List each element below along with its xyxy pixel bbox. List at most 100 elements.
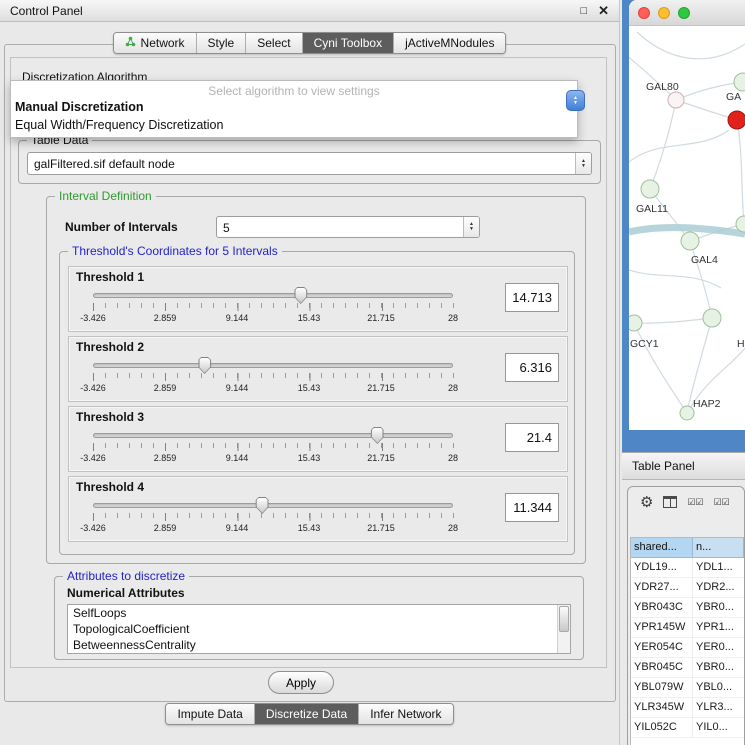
threshold-value-field[interactable]: 6.316 [505,353,559,382]
tab-cyni-toolbox[interactable]: Cyni Toolbox [303,33,394,53]
minimize-button[interactable] [658,7,670,19]
table-row[interactable]: YBR045C YBR0... [631,658,744,678]
panel-title: Control Panel [10,4,569,18]
network-window-titlebar [629,0,745,26]
slider-track[interactable] [93,433,453,438]
network-node[interactable] [734,73,745,91]
network-view-frame: GAL80 GA GAL11 GAL4 GCY1 H HAP2 [622,0,745,452]
threshold-value-field[interactable]: 11.344 [505,493,559,522]
threshold-panel: Threshold 1 -3.426 2.859 9.144 15.43 21.… [68,266,568,332]
table-row[interactable]: YIL052C YIL0... [631,718,744,738]
zoom-button[interactable] [678,7,690,19]
close-button[interactable] [638,7,650,19]
network-node-selected[interactable] [728,111,745,129]
threshold-label: Threshold 2 [76,340,144,354]
threshold-slider[interactable]: -3.426 2.859 9.144 15.43 21.715 28 [93,497,453,541]
close-icon[interactable]: ✕ [598,3,609,19]
tab-label: Discretize Data [266,707,347,721]
table-row[interactable]: YBR043C YBR0... [631,598,744,618]
list-item[interactable]: BetweennessCentrality [68,637,570,653]
tab-jactivemodules[interactable]: jActiveMNodules [394,33,505,53]
group-title: Interval Definition [55,189,156,203]
table-cell: YDR27... [631,578,693,598]
table-cell: YBR043C [631,598,693,618]
tab-label: Style [208,36,235,50]
table-panel-titlebar: Table Panel [622,452,745,480]
slider-ticks [93,303,454,311]
slider-thumb[interactable] [294,287,307,304]
tab-label: Select [257,36,290,50]
network-node[interactable] [703,309,721,327]
table-data-combobox[interactable]: galFiltered.sif default node ▲▼ [27,152,592,175]
apply-button[interactable]: Apply [268,671,334,694]
column-header-shared-name[interactable]: shared... [631,538,693,558]
table-panel-title: Table Panel [632,459,695,473]
combo-stepper-icon: ▲▼ [463,217,479,237]
threshold-slider[interactable]: -3.426 2.859 9.144 15.43 21.715 28 [93,357,453,401]
table-row[interactable]: YDL19... YDL1... [631,558,744,578]
number-of-intervals-combobox[interactable]: 5 ▲▼ [216,216,480,238]
control-panel-window: Control Panel □ ✕ Network Style Select C… [0,0,620,745]
threshold-slider[interactable]: -3.426 2.859 9.144 15.43 21.715 28 [93,427,453,471]
select-columns-icon[interactable]: ☑☑ [687,497,703,508]
slider-track[interactable] [93,503,453,508]
scrollbar-thumb[interactable] [559,606,569,632]
network-node[interactable] [680,406,694,420]
combo-value: galFiltered.sif default node [28,153,575,174]
threshold-panel: Threshold 2 -3.426 2.859 9.144 15.43 21.… [68,336,568,402]
threshold-slider[interactable]: -3.426 2.859 9.144 15.43 21.715 28 [93,287,453,331]
slider-ticks [93,513,454,521]
network-canvas[interactable]: GAL80 GA GAL11 GAL4 GCY1 H HAP2 [629,26,745,430]
float-window-icon[interactable]: □ [580,5,587,17]
list-item[interactable]: SelfLoops [68,605,570,621]
tab-discretize-data[interactable]: Discretize Data [255,704,359,724]
table-row[interactable]: YDR27... YDR2... [631,578,744,598]
tab-style[interactable]: Style [197,33,247,53]
tab-impute-data[interactable]: Impute Data [166,704,254,724]
combo-scroll-capsule[interactable]: ▲ ▼ [566,90,585,111]
node-label: GAL80 [646,81,679,93]
slider-track[interactable] [93,293,453,298]
table-cell: YIL0... [693,718,744,738]
table-cell: YDL19... [631,558,693,578]
table-row[interactable]: YPR145W YPR1... [631,618,744,638]
algorithm-dropdown-popup: Select algorithm to view settings Manual… [10,80,578,138]
list-item[interactable]: TopologicalCoefficient [68,621,570,637]
slider-thumb[interactable] [198,357,211,374]
table-header-row: shared... n... [631,538,744,558]
tab-select[interactable]: Select [246,33,302,53]
screen: Control Panel □ ✕ Network Style Select C… [0,0,745,745]
network-node[interactable] [641,180,659,198]
menu-item-manual-discretization[interactable]: Manual Discretization [11,98,577,116]
table-row[interactable]: YLR345W YLR3... [631,698,744,718]
threshold-value-field[interactable]: 14.713 [505,283,559,312]
slider-tick-labels: -3.426 2.859 9.144 15.43 21.715 28 [93,523,453,534]
slider-thumb[interactable] [256,497,269,514]
network-node[interactable] [681,232,699,250]
network-node[interactable] [668,92,684,108]
table-cell: YBR0... [693,598,744,618]
table-row[interactable]: YER054C YER0... [631,638,744,658]
slider-track[interactable] [93,363,453,368]
slider-tick-labels: -3.426 2.859 9.144 15.43 21.715 28 [93,383,453,394]
slider-thumb[interactable] [371,427,384,444]
network-node[interactable] [629,315,642,331]
columns-icon[interactable] [663,496,677,508]
tab-network[interactable]: Network [114,33,197,53]
top-tab-bar: Network Style Select Cyni Toolbox jActiv… [0,32,619,54]
table-row[interactable]: YBL079W YBL0... [631,678,744,698]
select-rows-icon[interactable]: ☑☑ [714,497,730,508]
gear-icon[interactable]: ⚙ [640,493,653,511]
threshold-label: Threshold 1 [76,270,144,284]
table-cell: YDL1... [693,558,744,578]
slider-tick-labels: -3.426 2.859 9.144 15.43 21.715 28 [93,313,453,324]
menu-item-equal-width-frequency[interactable]: Equal Width/Frequency Discretization [11,116,577,134]
column-header-name[interactable]: n... [693,538,744,558]
tab-infer-network[interactable]: Infer Network [359,704,452,724]
scrollbar[interactable] [557,605,570,653]
table-data-group: Table Data galFiltered.sif default node … [18,140,601,184]
slider-ticks [93,373,454,381]
network-icon [125,36,136,50]
threshold-value-field[interactable]: 21.4 [505,423,559,452]
table-cell: YLR3... [693,698,744,718]
